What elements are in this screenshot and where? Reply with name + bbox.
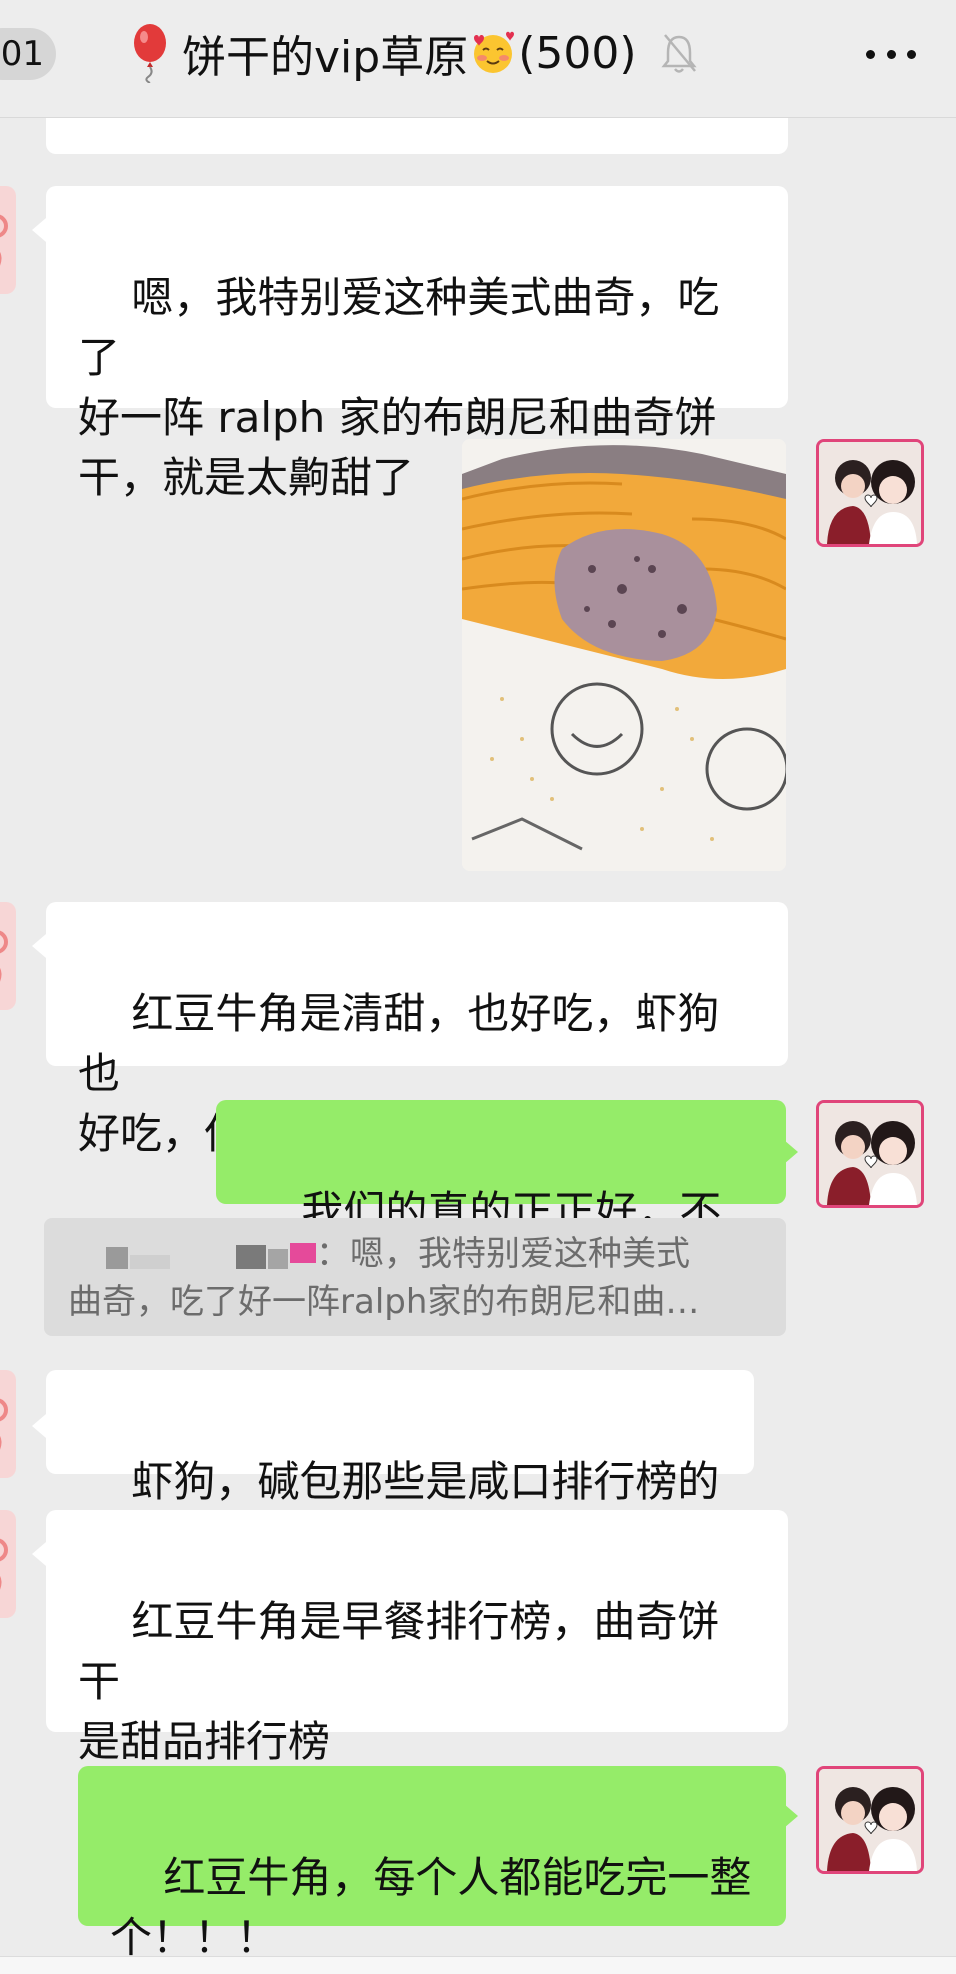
message-bubble[interactable]: 红豆牛角，每个人都能吃完一整 个！！！ — [78, 1766, 786, 1962]
chat-header-overlay: 01 饼干的vip草原 (500) — [0, 0, 956, 118]
sender-avatar[interactable] — [0, 186, 16, 294]
message-bubble[interactable]: 红豆牛角是早餐排行榜，曲奇饼干 是甜品排行榜 我自己的榜单哈 — [46, 1510, 788, 1826]
message-text: 红豆牛角，每个人都能吃完一整 个！！！ — [110, 1853, 752, 1962]
message-image[interactable] — [462, 439, 786, 871]
chat-screen: 01 饼干的vip草原 (500) 嗯，我特别爱这种美式曲奇，吃了 好一阵 ra… — [0, 0, 956, 1974]
my-avatar[interactable] — [816, 1766, 924, 1874]
sender-avatar[interactable] — [0, 1370, 16, 1478]
chat-title-bar: 饼干的vip草原 (500) — [130, 20, 699, 86]
balloon-icon — [134, 24, 166, 83]
smiling-face-with-hearts-icon — [474, 31, 515, 73]
message-bubble[interactable]: 嗯，我特别爱这种美式曲奇，吃了 好一阵 ralph 家的布朗尼和曲奇饼 干，就是… — [46, 186, 788, 502]
member-count: (500) — [518, 27, 637, 79]
message-bubble[interactable]: 红豆牛角是清甜，也好吃，虾狗也 好吃，但跟曲奇饼干是不同榜单 — [46, 902, 788, 1158]
message-text: 虾狗，碱包那些是咸口排行榜的 — [131, 1457, 720, 1506]
my-avatar[interactable] — [816, 439, 924, 547]
my-avatar[interactable] — [816, 1100, 924, 1208]
sender-avatar[interactable] — [0, 1510, 16, 1618]
blurred-name — [106, 1242, 316, 1269]
message-bubble[interactable]: 我们的真的正正好，不甜 — [216, 1100, 786, 1296]
quoted-message[interactable]: ：嗯，我特别爱这种美式 曲奇，吃了好一阵ralph家的布朗尼和曲… — [44, 1218, 786, 1336]
input-bar-edge — [0, 1956, 956, 1974]
more-icon[interactable] — [866, 36, 916, 72]
back-unread-badge[interactable]: 01 — [0, 28, 56, 80]
chat-title: 饼干的vip草原 — [182, 32, 469, 83]
message-bubble[interactable]: 虾狗，碱包那些是咸口排行榜的 — [46, 1370, 754, 1506]
sender-avatar[interactable] — [0, 902, 16, 1010]
mute-bell-icon — [660, 34, 697, 73]
